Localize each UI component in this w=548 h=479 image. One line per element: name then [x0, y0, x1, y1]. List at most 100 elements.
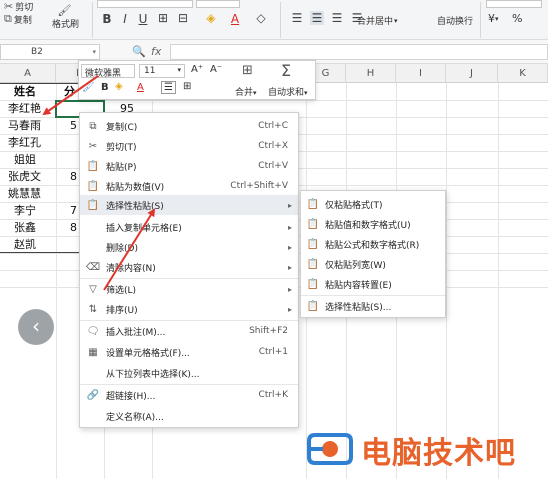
menu-item-sort[interactable]: ⇅ 排序(U) ▸ [80, 299, 298, 319]
font-name-combo[interactable] [97, 0, 193, 8]
cell-a9[interactable]: 张鑫 [14, 219, 36, 236]
cell-a6[interactable]: 张虎文 [8, 168, 41, 185]
border-icon[interactable]: ⊞ [183, 81, 191, 92]
paste-transpose-icon: 📋 [306, 278, 320, 290]
format-painter-button[interactable]: 🖌 格式刷 [52, 4, 79, 30]
menu-item-pick-from-list[interactable]: 从下拉列表中选择(K)... [80, 363, 298, 383]
cell-a8[interactable]: 李宁 [14, 202, 36, 219]
format-cells-icon: ▦ [88, 346, 98, 358]
menu-item-cut[interactable]: ✂ 剪切(T) Ctrl+X [80, 136, 298, 156]
font-name-combo[interactable]: 微软雅黑 [81, 64, 135, 79]
merge-cells-icon[interactable]: ⊟ [176, 11, 190, 25]
submenu-item-paste-column-width[interactable]: 📋 仅粘贴列宽(W) [301, 254, 445, 274]
grow-font-button[interactable]: A⁺ [191, 64, 203, 75]
submenu-item-paste-special[interactable]: 📋 选择性粘贴(S)... [301, 296, 445, 316]
font-size-combo[interactable]: 11 ▾ [139, 64, 185, 78]
cell-b6[interactable]: 8 [70, 168, 77, 185]
watermark-logo-icon [307, 433, 353, 465]
column-header-h[interactable]: H [346, 64, 396, 83]
number-format-combo[interactable] [486, 0, 542, 8]
menu-item-insert-comment[interactable]: 🗨 插入批注(M)... Shift+F2 [80, 321, 298, 341]
link-icon: 🔗 [86, 389, 100, 401]
clear-icon: ⌫ [85, 261, 101, 273]
paste-formula-icon: 📋 [306, 238, 320, 250]
column-header-k[interactable]: K [498, 64, 548, 83]
column-header-a[interactable]: A [0, 64, 56, 83]
cell-b9[interactable]: 8 [70, 219, 77, 236]
ribbon-divider [92, 2, 93, 38]
watermark: 电脑技术吧 [305, 430, 516, 471]
currency-button[interactable]: ¥ ▾ [488, 12, 499, 25]
paint-format-icon[interactable]: 🖌 [82, 82, 95, 93]
menu-item-paste[interactable]: 📋 粘贴(P) Ctrl+V [80, 156, 298, 176]
font-size-combo[interactable] [196, 0, 240, 8]
cell-a7[interactable]: 姚慧慧 [8, 185, 41, 202]
fill-color-icon[interactable]: ◈ [115, 81, 123, 92]
autosum-button[interactable]: 自动求和▾ [268, 85, 308, 98]
chevron-right-icon: ▸ [287, 242, 292, 252]
zoom-icon[interactable]: 🔍 [132, 45, 146, 58]
cell-a5[interactable]: 姐姐 [14, 151, 36, 168]
menu-item-delete[interactable]: 删除(D) ▸ [80, 237, 298, 257]
border-icon[interactable]: ⊞ [156, 11, 170, 25]
formula-input[interactable] [170, 44, 548, 60]
clear-format-icon[interactable]: ◇ [254, 11, 268, 25]
align-center-icon[interactable]: ☰ [310, 11, 324, 25]
menu-item-insert-copied-cells[interactable]: 插入复制单元格(E) ▸ [80, 217, 298, 237]
comment-icon: 🗨 [86, 325, 100, 337]
align-left-icon[interactable]: ☰ [290, 11, 304, 25]
name-box[interactable]: B2 ▾ [0, 44, 100, 60]
copy-button[interactable]: ⧉ 复制 [4, 12, 32, 26]
chevron-down-icon: ▾ [394, 16, 398, 25]
menu-item-paste-special[interactable]: 📋 选择性粘贴(S) ▸ [80, 195, 298, 215]
underline-button[interactable]: U [136, 12, 150, 26]
cell-a3[interactable]: 马春雨 [8, 117, 41, 134]
menu-item-hyperlink[interactable]: 🔗 超链接(H)... Ctrl+K [80, 385, 298, 405]
percent-button[interactable]: % [512, 12, 522, 25]
submenu-item-paste-values-number[interactable]: 📋 粘贴值和数字格式(U) [301, 214, 445, 234]
submenu-item-paste-transpose[interactable]: 📋 粘贴内容转置(E) [301, 274, 445, 294]
cell-a2[interactable]: 李红艳 [8, 100, 41, 117]
cell-b1[interactable]: 分 [64, 83, 75, 100]
cell-a10[interactable]: 赵凯 [14, 236, 36, 253]
auto-wrap-button[interactable]: 自动换行 [437, 14, 473, 27]
chevron-down-icon: ▾ [495, 14, 499, 23]
shrink-font-button[interactable]: A⁻ [210, 64, 222, 75]
menu-item-clear[interactable]: ⌫ 清除内容(N) ▸ [80, 257, 298, 277]
back-arrow-button[interactable]: ‹ [18, 309, 54, 345]
menu-item-filter[interactable]: ▽ 筛选(L) ▸ [80, 279, 298, 299]
merge-center-button[interactable]: 合并居中 ▾ [357, 14, 398, 28]
font-color-icon[interactable]: A [137, 82, 144, 93]
menu-item-format-cells[interactable]: ▦ 设置单元格格式(F)... Ctrl+1 [80, 342, 298, 362]
chevron-down-icon: ▾ [177, 66, 181, 74]
align-right-icon[interactable]: ☰ [330, 11, 344, 25]
paste-format-icon: 📋 [306, 198, 320, 210]
bold-button[interactable]: B [101, 82, 109, 93]
font-color-button[interactable]: A [228, 12, 242, 26]
menu-item-paste-values[interactable]: 📋 粘贴为数值(V) Ctrl+Shift+V [80, 176, 298, 196]
merge-icon[interactable]: ⊞ [242, 63, 253, 78]
cell-a1[interactable]: 姓名 [14, 83, 36, 100]
menu-item-define-name[interactable]: 定义名称(A)... [80, 406, 298, 426]
submenu-item-paste-formulas[interactable]: 📋 粘贴公式和数字格式(R) [301, 234, 445, 254]
fx-icon[interactable]: fx [151, 45, 161, 58]
column-header-j[interactable]: J [446, 64, 498, 83]
paste-width-icon: 📋 [306, 258, 320, 270]
cell-b8[interactable]: 7 [70, 202, 77, 219]
menu-item-copy[interactable]: ⧉ 复制(C) Ctrl+C [80, 116, 298, 136]
italic-button[interactable]: I [118, 12, 132, 26]
cell-b3[interactable]: 5 [70, 117, 77, 134]
fill-color-icon[interactable]: ◈ [204, 11, 218, 25]
sigma-icon[interactable]: Σ [281, 61, 291, 80]
column-header-i[interactable]: I [396, 64, 446, 83]
chevron-right-icon: ▸ [287, 262, 292, 272]
ribbon-divider [480, 2, 481, 38]
chevron-down-icon: ▾ [304, 89, 308, 97]
filter-icon: ▽ [89, 283, 97, 295]
align-icon[interactable]: ☰ [161, 81, 176, 94]
merge-button[interactable]: 合并▾ [235, 85, 257, 98]
bold-button[interactable]: B [100, 12, 114, 26]
chevron-right-icon: ▸ [287, 304, 292, 314]
cell-a4[interactable]: 李红孔 [8, 134, 41, 151]
submenu-item-paste-format[interactable]: 📋 仅粘贴格式(T) [301, 194, 445, 214]
